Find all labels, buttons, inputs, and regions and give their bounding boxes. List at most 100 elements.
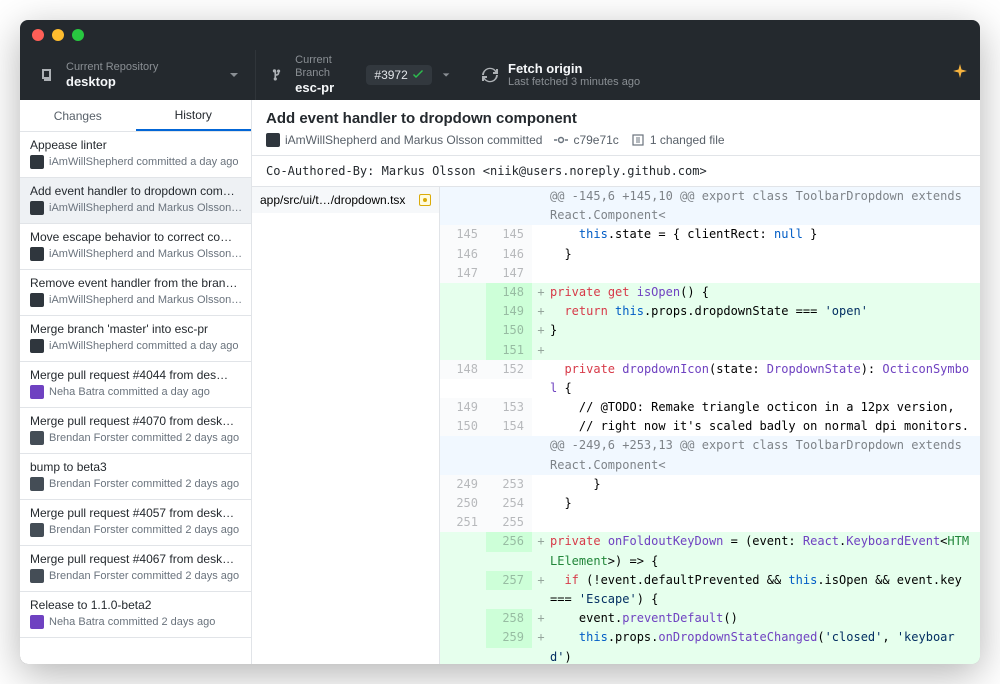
avatar — [30, 155, 44, 169]
line-number-new: 256 — [486, 532, 532, 551]
sync-icon — [482, 67, 498, 83]
window-minimize-button[interactable] — [52, 29, 64, 41]
commit-sha: c79e71c — [573, 133, 618, 147]
diff-code: // right now it's scaled badly on normal… — [550, 417, 980, 436]
pr-badge[interactable]: #3972 — [366, 65, 431, 85]
diff-view[interactable]: @@ -145,6 +145,10 @@ export class Toolba… — [440, 187, 980, 664]
repo-icon — [40, 67, 56, 83]
diff-line: 249253 } — [440, 475, 980, 494]
commit-item[interactable]: Appease linter iAmWillShepherd committed … — [20, 132, 251, 178]
commit-icon — [554, 133, 568, 147]
commit-item[interactable]: Merge pull request #4044 from des…Neha B… — [20, 362, 251, 408]
chevron-down-icon — [442, 70, 450, 80]
fetch-label: Fetch origin — [508, 61, 640, 77]
commit-item-meta: iAmWillShepherd committed a day ago — [49, 156, 239, 168]
commit-item-meta: Neha Batra committed a day ago — [49, 386, 210, 398]
line-number-new: 148 — [486, 283, 532, 302]
diff-marker: + — [532, 571, 550, 590]
diff-marker: + — [532, 341, 550, 360]
commit-item[interactable]: Release to 1.1.0-beta2 Neha Batra committ… — [20, 592, 251, 638]
fetch-button[interactable]: Fetch origin Last fetched 3 minutes ago — [466, 50, 656, 100]
commit-item[interactable]: bump to beta3Brendan Forster committed 2… — [20, 454, 251, 500]
commit-item[interactable]: Merge pull request #4057 from desk…Brend… — [20, 500, 251, 546]
commit-item[interactable]: Merge pull request #4067 from desk…Brend… — [20, 546, 251, 592]
line-number-new: 151 — [486, 341, 532, 360]
avatar — [30, 523, 44, 537]
diff-line: 146146 } — [440, 245, 980, 264]
diff-line: 148+private get isOpen() { — [440, 283, 980, 302]
line-number-new: 253 — [486, 475, 532, 494]
diff-code: this.props.onDropdownStateChanged('close… — [550, 628, 980, 664]
line-number-new: 147 — [486, 264, 532, 283]
line-number-new: 152 — [486, 360, 532, 379]
commit-item-meta: iAmWillShepherd and Markus Olsson… — [49, 202, 241, 214]
diff-marker: + — [532, 628, 550, 647]
commit-item[interactable]: Add event handler to dropdown com…iAmWil… — [20, 178, 251, 224]
files-changed: 1 changed file — [650, 133, 725, 147]
titlebar — [20, 20, 980, 50]
avatar — [30, 385, 44, 399]
sparkle-icon — [952, 64, 968, 80]
diff-icon — [631, 133, 645, 147]
diff-code: this.state = { clientRect: null } — [550, 225, 980, 244]
commit-item-title: Release to 1.1.0-beta2 — [30, 598, 241, 612]
diff-line: 256+private onFoldoutKeyDown = (event: R… — [440, 532, 980, 570]
commit-item-meta: Neha Batra committed 2 days ago — [49, 616, 215, 628]
branch-value: esc-pr — [295, 80, 356, 96]
branch-icon — [272, 67, 285, 83]
diff-code: event.preventDefault() — [550, 609, 980, 628]
diff-line: 148152 private dropdownIcon(state: Dropd… — [440, 360, 980, 398]
history-list[interactable]: Appease linter iAmWillShepherd committed … — [20, 132, 251, 664]
fetch-meta: Last fetched 3 minutes ago — [508, 76, 640, 89]
diff-code: if (!event.defaultPrevented && this.isOp… — [550, 571, 980, 609]
branch-selector[interactable]: Current Branch esc-pr #3972 — [256, 50, 466, 100]
file-modified-icon — [419, 194, 431, 206]
diff-code: } — [550, 475, 980, 494]
commit-item[interactable]: Merge pull request #4070 from desk…Brend… — [20, 408, 251, 454]
window-close-button[interactable] — [32, 29, 44, 41]
commit-item-title: Appease linter — [30, 138, 241, 152]
window-maximize-button[interactable] — [72, 29, 84, 41]
repo-label: Current Repository — [66, 61, 158, 74]
commit-header: Add event handler to dropdown component … — [252, 100, 980, 156]
repository-selector[interactable]: Current Repository desktop — [24, 50, 256, 100]
diff-line: 259+ this.props.onDropdownStateChanged('… — [440, 628, 980, 664]
diff-line: 149+ return this.props.dropdownState ===… — [440, 302, 980, 321]
commit-item-meta: iAmWillShepherd and Markus Olsson… — [49, 294, 241, 306]
commit-item-title: Merge pull request #4067 from desk… — [30, 552, 241, 566]
sidebar: Changes History Appease linter iAmWillShe… — [20, 100, 252, 664]
diff-marker: + — [532, 283, 550, 302]
commit-item-meta: Brendan Forster committed 2 days ago — [49, 478, 239, 490]
tab-changes[interactable]: Changes — [20, 100, 136, 131]
file-item[interactable]: app/src/ui/t…/dropdown.tsx — [252, 187, 439, 213]
line-number-new: 146 — [486, 245, 532, 264]
diff-code: private onFoldoutKeyDown = (event: React… — [550, 532, 980, 570]
diff-marker: + — [532, 609, 550, 628]
avatar — [30, 339, 44, 353]
commit-body: Co-Authored-By: Markus Olsson <niik@user… — [252, 156, 980, 187]
commit-item[interactable]: Remove event handler from the bran…iAmWi… — [20, 270, 251, 316]
commit-item-title: Merge pull request #4070 from desk… — [30, 414, 241, 428]
tab-history[interactable]: History — [136, 100, 252, 131]
commit-title: Add event handler to dropdown component — [266, 110, 966, 127]
line-number-new: 258 — [486, 609, 532, 628]
diff-code: return this.props.dropdownState === 'ope… — [550, 302, 980, 321]
commit-item[interactable]: Merge branch 'master' into esc-priAmWill… — [20, 316, 251, 362]
chevron-down-icon — [229, 70, 239, 80]
commit-authors: iAmWillShepherd and Markus Olsson commit… — [285, 133, 542, 147]
line-number-old: 149 — [440, 398, 486, 417]
avatar — [30, 477, 44, 491]
branch-label: Current Branch — [295, 54, 356, 80]
diff-line: 250254 } — [440, 494, 980, 513]
commit-item-meta: iAmWillShepherd and Markus Olsson… — [49, 248, 241, 260]
commit-item-title: Merge pull request #4057 from desk… — [30, 506, 241, 520]
diff-line: 251255 — [440, 513, 980, 532]
diff-code: } — [550, 245, 980, 264]
diff-line: @@ -145,6 +145,10 @@ export class Toolba… — [440, 187, 980, 225]
line-number-new: 145 — [486, 225, 532, 244]
diff-code: @@ -249,6 +253,13 @@ export class Toolba… — [550, 436, 980, 474]
avatar — [30, 293, 44, 307]
line-number-old: 249 — [440, 475, 486, 494]
commit-item[interactable]: Move escape behavior to correct co…iAmWi… — [20, 224, 251, 270]
line-number-old: 146 — [440, 245, 486, 264]
